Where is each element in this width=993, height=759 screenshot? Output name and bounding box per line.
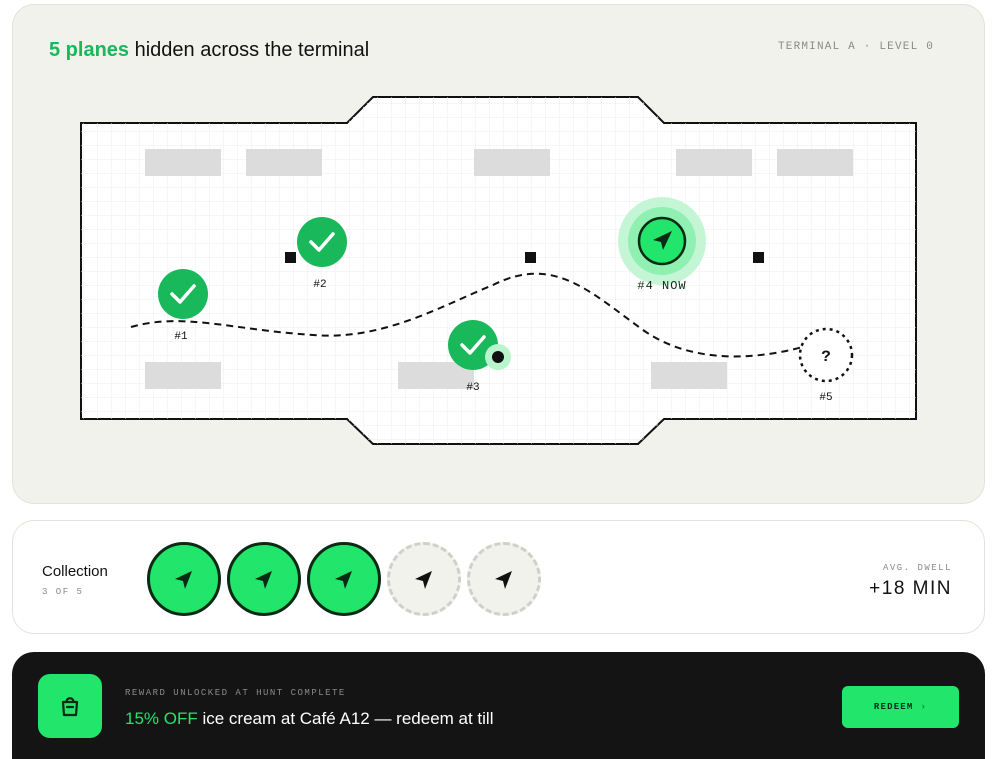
plane-label-1: #1 <box>174 331 188 343</box>
reward-highlight: 15% OFF <box>125 709 198 728</box>
collection-badges <box>147 542 541 616</box>
dwell-value: +18 MIN <box>869 578 952 599</box>
dwell-label: AVG. DWELL <box>882 563 952 573</box>
collection-card: Collection 3 OF 5 AVG. DWELL +18 MIN <box>12 520 985 634</box>
gate-block <box>676 149 752 176</box>
reward-text: 15% OFF ice cream at Café A12 — redeem a… <box>125 709 494 729</box>
shopping-bag-icon <box>38 674 102 738</box>
collection-title: Collection <box>42 563 108 580</box>
reward-description: ice cream at Café A12 — redeem at till <box>197 709 494 728</box>
paper-plane-icon <box>415 571 432 589</box>
gate-block <box>246 149 322 176</box>
gate-block <box>145 362 221 389</box>
collection-badge-missing[interactable] <box>467 542 541 616</box>
paper-plane-icon <box>175 571 192 589</box>
plane-label-2: #2 <box>313 279 326 291</box>
gate-block <box>474 149 550 176</box>
terminal-map-card: 5 planes hidden across the terminal TERM… <box>12 4 985 504</box>
reward-eyebrow: REWARD UNLOCKED AT HUNT COMPLETE <box>125 688 346 698</box>
pillar-marker <box>525 252 536 263</box>
collection-badge-found[interactable] <box>147 542 221 616</box>
terminal-floorplan: #1 #2 #3 #4 NOW ? #5 <box>80 96 917 445</box>
reward-banner: REWARD UNLOCKED AT HUNT COMPLETE 15% OFF… <box>12 652 985 759</box>
gate-block <box>777 149 853 176</box>
collection-badge-found[interactable] <box>307 542 381 616</box>
plane-label-4: #4 NOW <box>637 279 686 293</box>
paper-plane-icon <box>495 571 512 589</box>
redeem-button-label: REDEEM <box>873 702 914 712</box>
pillar-marker <box>285 252 296 263</box>
collection-count: 3 OF 5 <box>42 587 84 597</box>
gate-block <box>145 149 221 176</box>
pillar-marker <box>753 252 764 263</box>
plane-label-3: #3 <box>466 382 479 394</box>
plane-unknown-mark: ? <box>821 348 831 366</box>
paper-plane-icon <box>335 571 352 589</box>
collection-badge-missing[interactable] <box>387 542 461 616</box>
chevron-right-icon: › <box>920 702 928 712</box>
paper-plane-icon <box>255 571 272 589</box>
plane-label-5: #5 <box>819 392 832 404</box>
gate-block <box>651 362 727 389</box>
collection-badge-found[interactable] <box>227 542 301 616</box>
redeem-button[interactable]: REDEEM › <box>842 686 959 728</box>
